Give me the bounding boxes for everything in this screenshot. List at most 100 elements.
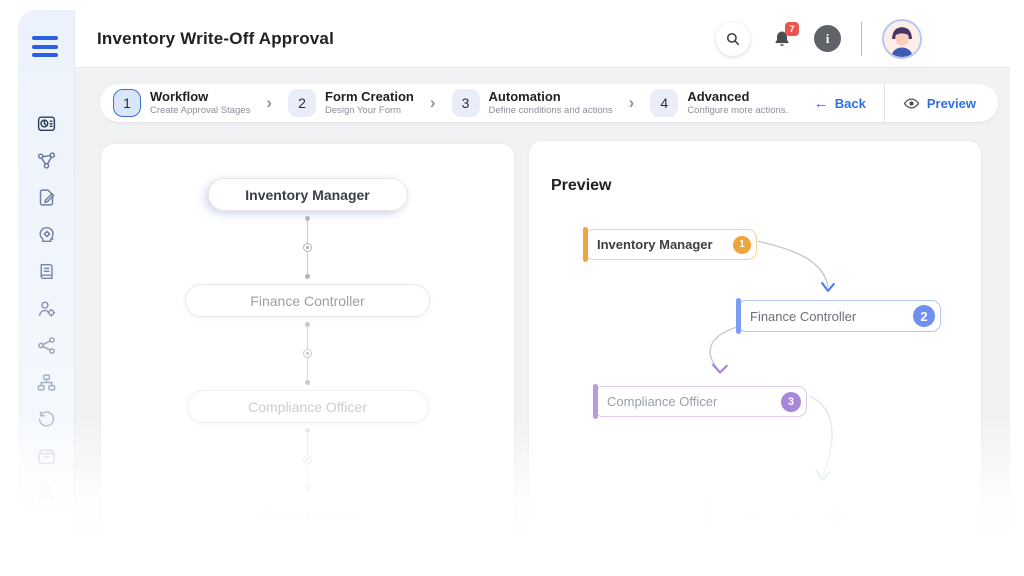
form-edit-icon	[39, 189, 54, 206]
back-button[interactable]: ← Back	[814, 95, 884, 112]
hamburger-menu-button[interactable]	[32, 36, 60, 57]
info-icon: i	[825, 30, 830, 46]
avatar-illustration	[884, 20, 920, 57]
stepper-step-workflow[interactable]: 1 Workflow Create Approval Stages	[113, 89, 250, 117]
preview-node-inventory-manager: Inventory Manager 1	[582, 227, 757, 262]
sidebar-item-hierarchy[interactable]	[35, 483, 57, 505]
stepper-step-form-creation[interactable]: 2 Form Creation Design Your Form	[288, 89, 414, 117]
step-subtitle: Configure more actions.	[687, 104, 789, 116]
org-chart-icon	[37, 374, 55, 391]
step-title: Advanced	[687, 88, 750, 104]
page-title: Inventory Write-Off Approval	[97, 28, 335, 48]
back-arrow-icon: ←	[813, 94, 829, 112]
user-avatar[interactable]	[882, 18, 922, 59]
sidebar-item-planner[interactable]	[35, 113, 57, 135]
sidebar-item-history[interactable]	[35, 409, 57, 431]
stage-connector	[303, 211, 312, 284]
step-text: Workflow Create Approval Stages	[150, 88, 251, 117]
stepper-bar: 1 Workflow Create Approval Stages › 2 Fo…	[100, 84, 998, 122]
workflow-icon	[37, 152, 55, 169]
history-icon	[38, 411, 54, 427]
chevron-down-icon	[41, 527, 51, 534]
search-icon	[726, 32, 740, 45]
step-number: 1	[113, 89, 141, 117]
node-label: Inventory Manager	[597, 237, 713, 252]
connector-node-icon	[303, 349, 312, 358]
preview-panel: Preview Inventory Manager 1 Finance Cont…	[528, 140, 982, 576]
connector-dot	[305, 274, 310, 279]
node-order-badge: 4	[824, 506, 842, 524]
step-title: Form Creation	[325, 88, 414, 104]
stage-compliance-officer[interactable]: Compliance Officer	[186, 390, 429, 423]
archive-icon	[37, 449, 55, 465]
stage-inventory-manager[interactable]: Inventory Manager	[207, 178, 408, 211]
notification-count-badge: 7	[785, 21, 799, 36]
share-nodes-icon	[37, 337, 55, 354]
node-order-badge: 1	[733, 235, 751, 254]
connector-node-icon	[303, 455, 312, 464]
connector-line	[307, 358, 308, 380]
sidebar-item-integrations[interactable]	[35, 335, 57, 357]
preview-node-final-approval: Final Approval 4	[703, 498, 848, 532]
step-title: Workflow	[150, 88, 209, 104]
step-number: 2	[288, 89, 317, 117]
step-number: 4	[650, 89, 679, 117]
planner-icon	[37, 116, 55, 132]
records-icon	[40, 263, 53, 280]
top-header: Inventory Write-Off Approval 7 i	[75, 10, 1010, 68]
node-order-badge: 2	[913, 305, 935, 327]
preview-button[interactable]: Preview	[885, 84, 998, 122]
step-number: 3	[451, 89, 480, 117]
sidebar-item-archive[interactable]	[35, 446, 57, 468]
step-subtitle: Define conditions and actions	[488, 104, 613, 116]
node-order-badge: 3	[781, 391, 801, 412]
eye-icon	[903, 97, 920, 109]
main-area: Inventory Write-Off Approval 7 i 1 Workf…	[75, 10, 1010, 576]
node-accent-bar	[592, 384, 598, 419]
step-text: Form Creation Design Your Form	[325, 88, 414, 117]
connector-line	[307, 464, 308, 486]
sidebar-nav	[35, 113, 57, 542]
preview-label: Preview	[926, 95, 976, 111]
sidebar-item-records[interactable]	[35, 261, 57, 283]
stage-connector	[303, 423, 312, 496]
connector-node-icon	[303, 243, 312, 252]
step-subtitle: Design Your Form	[325, 104, 402, 116]
stage-finance-controller[interactable]: Finance Controller	[185, 284, 430, 317]
header-divider	[861, 21, 862, 56]
connector-line	[307, 221, 308, 243]
notifications-button[interactable]: 7	[767, 21, 799, 55]
step-text: Automation Define conditions and actions	[488, 88, 613, 117]
sidebar-item-more[interactable]	[35, 520, 57, 542]
user-settings-icon	[38, 301, 55, 317]
sidebar-item-forms[interactable]	[35, 187, 57, 209]
node-label: Finance Controller	[750, 308, 857, 324]
node-label: Compliance Officer	[607, 394, 718, 409]
stage-final-approval: Final Approval	[259, 506, 356, 522]
node-accent-bar	[735, 298, 741, 334]
stepper-step-advanced[interactable]: 4 Advanced Configure more actions.	[650, 89, 788, 117]
stepper-step-automation[interactable]: 3 Automation Define conditions and actio…	[451, 88, 613, 117]
preview-node-compliance-officer: Compliance Officer 3	[592, 384, 807, 419]
automation-icon	[38, 226, 54, 243]
app-window: Inventory Write-Off Approval 7 i 1 Workf…	[18, 10, 1010, 576]
back-label: Back	[834, 95, 866, 111]
header-actions: 7 i	[716, 18, 922, 59]
connector-line	[307, 327, 308, 349]
sidebar-item-automation[interactable]	[35, 224, 57, 246]
hamburger-bar	[32, 44, 58, 49]
step-text: Advanced Configure more actions.	[687, 88, 789, 117]
chevron-right-icon: ›	[266, 93, 273, 112]
info-button[interactable]: i	[814, 25, 841, 52]
sidebar-item-user-settings[interactable]	[35, 298, 57, 320]
step-subtitle: Create Approval Stages	[150, 104, 251, 116]
sidebar-item-workflow[interactable]	[35, 150, 57, 172]
connector-line	[307, 252, 308, 274]
search-button[interactable]	[716, 21, 750, 56]
node-accent-bar	[582, 227, 588, 262]
preview-node-finance-controller: Finance Controller 2	[735, 298, 941, 334]
step-title: Automation	[488, 88, 561, 104]
sidebar-item-org-chart[interactable]	[35, 372, 57, 394]
hierarchy-icon	[38, 485, 54, 502]
chevron-right-icon: ›	[628, 93, 635, 112]
